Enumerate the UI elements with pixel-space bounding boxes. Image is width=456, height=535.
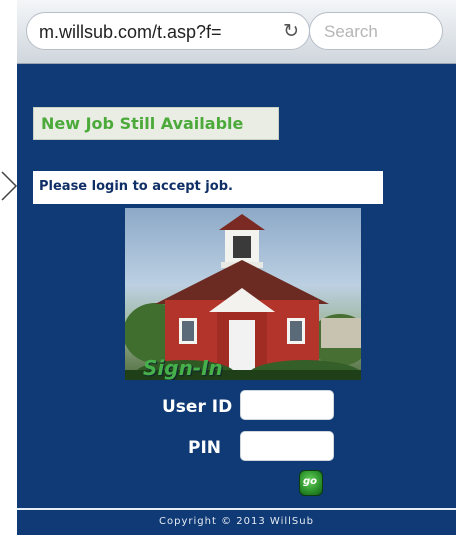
login-message-box: Please login to accept job. (33, 171, 383, 204)
go-label: go (303, 476, 318, 487)
search-placeholder: Search (324, 22, 378, 41)
schoolhouse-illustration (125, 214, 361, 380)
user-id-input[interactable] (240, 390, 334, 420)
pin-label: PIN (188, 438, 222, 458)
url-text: m.willsub.com/t.asp?f= (39, 22, 222, 42)
reload-icon[interactable]: ↻ (283, 20, 299, 42)
sign-in-caption: Sign-In (143, 356, 223, 380)
pin-input[interactable] (240, 431, 334, 461)
search-input[interactable]: Search (309, 12, 443, 50)
mobile-screen: m.willsub.com/t.asp?f= ↻ Search New Job … (17, 0, 456, 535)
user-id-label: User ID (162, 397, 233, 417)
copyright-text: Copyright © 2013 WillSub (159, 516, 314, 527)
go-button[interactable]: go (299, 470, 323, 496)
footer-divider (17, 508, 456, 510)
banner-text: New Job Still Available (41, 114, 244, 133)
schoolhouse-image: Sign-In (125, 208, 361, 380)
browser-address-bar: m.willsub.com/t.asp?f= ↻ Search (17, 0, 456, 64)
login-message-text: Please login to accept job. (39, 179, 233, 194)
url-field[interactable]: m.willsub.com/t.asp?f= ↻ (26, 12, 310, 50)
job-available-banner: New Job Still Available (33, 107, 279, 140)
